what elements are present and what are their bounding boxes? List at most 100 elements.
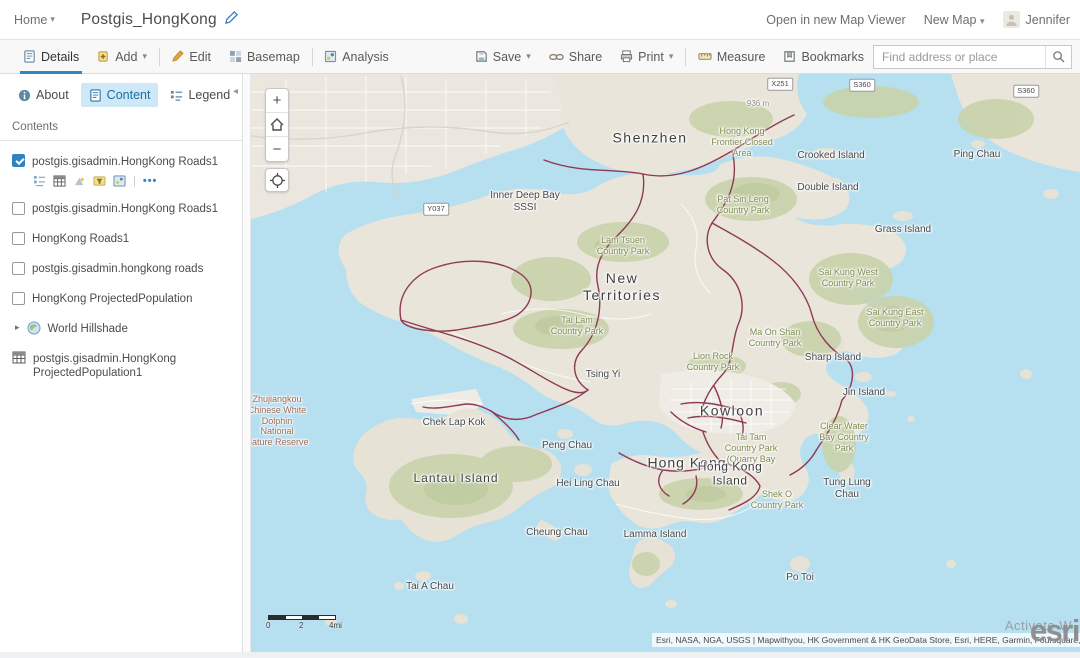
panel-tabs: About Content Legend ◂: [0, 74, 242, 115]
user-name: Jennifer: [1026, 13, 1070, 27]
basemap-icon: [229, 50, 242, 63]
find-my-location-button[interactable]: [265, 168, 289, 192]
layer-name[interactable]: postgis.gisadmin.HongKong Roads1: [32, 202, 218, 217]
perform-analysis-icon[interactable]: [113, 175, 126, 187]
save-button[interactable]: Save ▾: [466, 40, 540, 74]
layer-name[interactable]: postgis.gisadmin.HongKong ProjectedPopul…: [33, 351, 203, 380]
scale-label: 4mi: [329, 621, 342, 630]
tab-legend[interactable]: Legend: [162, 83, 238, 107]
add-label: Add: [115, 50, 137, 64]
panel-gutter[interactable]: [243, 74, 251, 652]
contents-heading: Contents: [0, 115, 242, 141]
show-table-icon[interactable]: [53, 175, 66, 187]
save-label: Save: [493, 50, 522, 64]
map-attribution: Esri, NASA, NGA, USGS | Mapwithyou, HK G…: [652, 633, 1080, 647]
bookmarks-label: Bookmarks: [801, 50, 864, 64]
globe-icon: [27, 321, 41, 335]
home-label: Home: [14, 13, 47, 27]
map-navigation: + −: [265, 88, 289, 192]
contents-panel: About Content Legend ◂ Contents postgis.…: [0, 74, 243, 652]
tools-divider: |: [133, 175, 136, 187]
tab-about-label: About: [36, 88, 69, 102]
layer-list: postgis.gisadmin.HongKong Roads1: [0, 141, 242, 381]
chevron-down-icon: ▾: [526, 51, 531, 62]
edit-title-button[interactable]: [225, 11, 238, 29]
basemap-label: Basemap: [247, 50, 300, 64]
show-legend-icon[interactable]: [33, 175, 46, 187]
open-new-viewer-link[interactable]: Open in new Map Viewer: [766, 13, 905, 27]
map-canvas[interactable]: [251, 74, 1080, 652]
add-button[interactable]: Add ▾: [88, 40, 156, 74]
home-menu[interactable]: Home ▾: [14, 13, 55, 27]
search-icon: [1052, 50, 1065, 63]
legend-icon: [170, 89, 183, 102]
search-box: [873, 45, 1072, 69]
page-title: Postgis_HongKong: [81, 11, 217, 29]
details-button[interactable]: Details: [14, 40, 88, 74]
layer-name[interactable]: HongKong ProjectedPopulation: [32, 292, 192, 307]
pencil-icon: [225, 11, 238, 24]
search-input[interactable]: [874, 46, 1045, 68]
layer-name[interactable]: postgis.gisadmin.HongKong Roads1: [32, 154, 218, 169]
basemap-button[interactable]: Basemap: [220, 40, 309, 74]
home-icon: [270, 118, 284, 131]
filter-icon[interactable]: [93, 175, 106, 187]
layer-row-basemap: ▸ World Hillshade: [15, 321, 232, 336]
search-button[interactable]: [1045, 46, 1071, 68]
chevron-down-icon: ▾: [142, 51, 147, 62]
layer-row: postgis.gisadmin.HongKong Roads1: [12, 202, 232, 217]
analysis-button[interactable]: Analysis: [315, 40, 398, 74]
zoom-in-button[interactable]: +: [266, 89, 288, 113]
details-label: Details: [41, 50, 79, 64]
measure-button[interactable]: Measure: [689, 40, 775, 74]
collapse-panel-arrow[interactable]: ◂: [233, 86, 238, 97]
app-header: Home ▾ Postgis_HongKong Open in new Map …: [0, 0, 1080, 40]
layer-name[interactable]: World Hillshade: [48, 321, 128, 336]
edit-button[interactable]: Edit: [162, 40, 220, 74]
layer-checkbox[interactable]: [12, 292, 25, 305]
map-area[interactable]: ShenzhenHong KongFrontier ClosedArea936 …: [251, 74, 1080, 652]
more-options-button[interactable]: •••: [143, 175, 158, 187]
share-label: Share: [569, 50, 602, 64]
home-extent-button[interactable]: [266, 113, 288, 137]
bottom-strip: [0, 652, 1080, 658]
layer-row: postgis.gisadmin.hongkong roads: [12, 262, 232, 277]
save-icon: [475, 50, 488, 63]
layer-checkbox[interactable]: [12, 154, 25, 167]
layer-checkbox[interactable]: [12, 232, 25, 245]
user-menu[interactable]: Jennifer: [1003, 11, 1070, 28]
bookmarks-button[interactable]: Bookmarks: [774, 40, 873, 74]
change-style-icon[interactable]: [73, 175, 86, 187]
print-icon: [620, 50, 633, 63]
content-icon: [89, 89, 102, 102]
arcgis-map-viewer: Home ▾ Postgis_HongKong Open in new Map …: [0, 0, 1080, 658]
layer-row: HongKong Roads1: [12, 232, 232, 247]
details-icon: [23, 50, 36, 63]
locate-icon: [270, 173, 285, 188]
layer-tools: | •••: [33, 175, 232, 187]
info-icon: [18, 89, 31, 102]
layer-row-table: postgis.gisadmin.HongKong ProjectedPopul…: [12, 351, 232, 380]
tab-about[interactable]: About: [10, 83, 77, 107]
edit-label: Edit: [189, 50, 211, 64]
layer-name[interactable]: HongKong Roads1: [32, 232, 129, 247]
layer-checkbox[interactable]: [12, 262, 25, 275]
tab-content[interactable]: Content: [81, 83, 159, 107]
edit-icon: [171, 50, 184, 63]
avatar: [1003, 11, 1020, 28]
expand-arrow[interactable]: ▸: [15, 322, 20, 333]
add-layer-icon: [97, 50, 110, 63]
new-map-menu[interactable]: New Map ▾: [924, 13, 985, 27]
zoom-out-button[interactable]: −: [266, 137, 288, 161]
share-button[interactable]: Share: [540, 40, 611, 74]
layer-checkbox[interactable]: [12, 202, 25, 215]
tab-content-label: Content: [107, 88, 151, 102]
chevron-down-icon: ▾: [980, 16, 985, 26]
layer-name[interactable]: postgis.gisadmin.hongkong roads: [32, 262, 203, 277]
scale-label: 0: [266, 621, 270, 630]
print-button[interactable]: Print ▾: [611, 40, 682, 74]
measure-icon: [698, 50, 712, 63]
print-label: Print: [638, 50, 664, 64]
layer-row: HongKong ProjectedPopulation: [12, 292, 232, 307]
scale-label: 2: [299, 621, 303, 630]
